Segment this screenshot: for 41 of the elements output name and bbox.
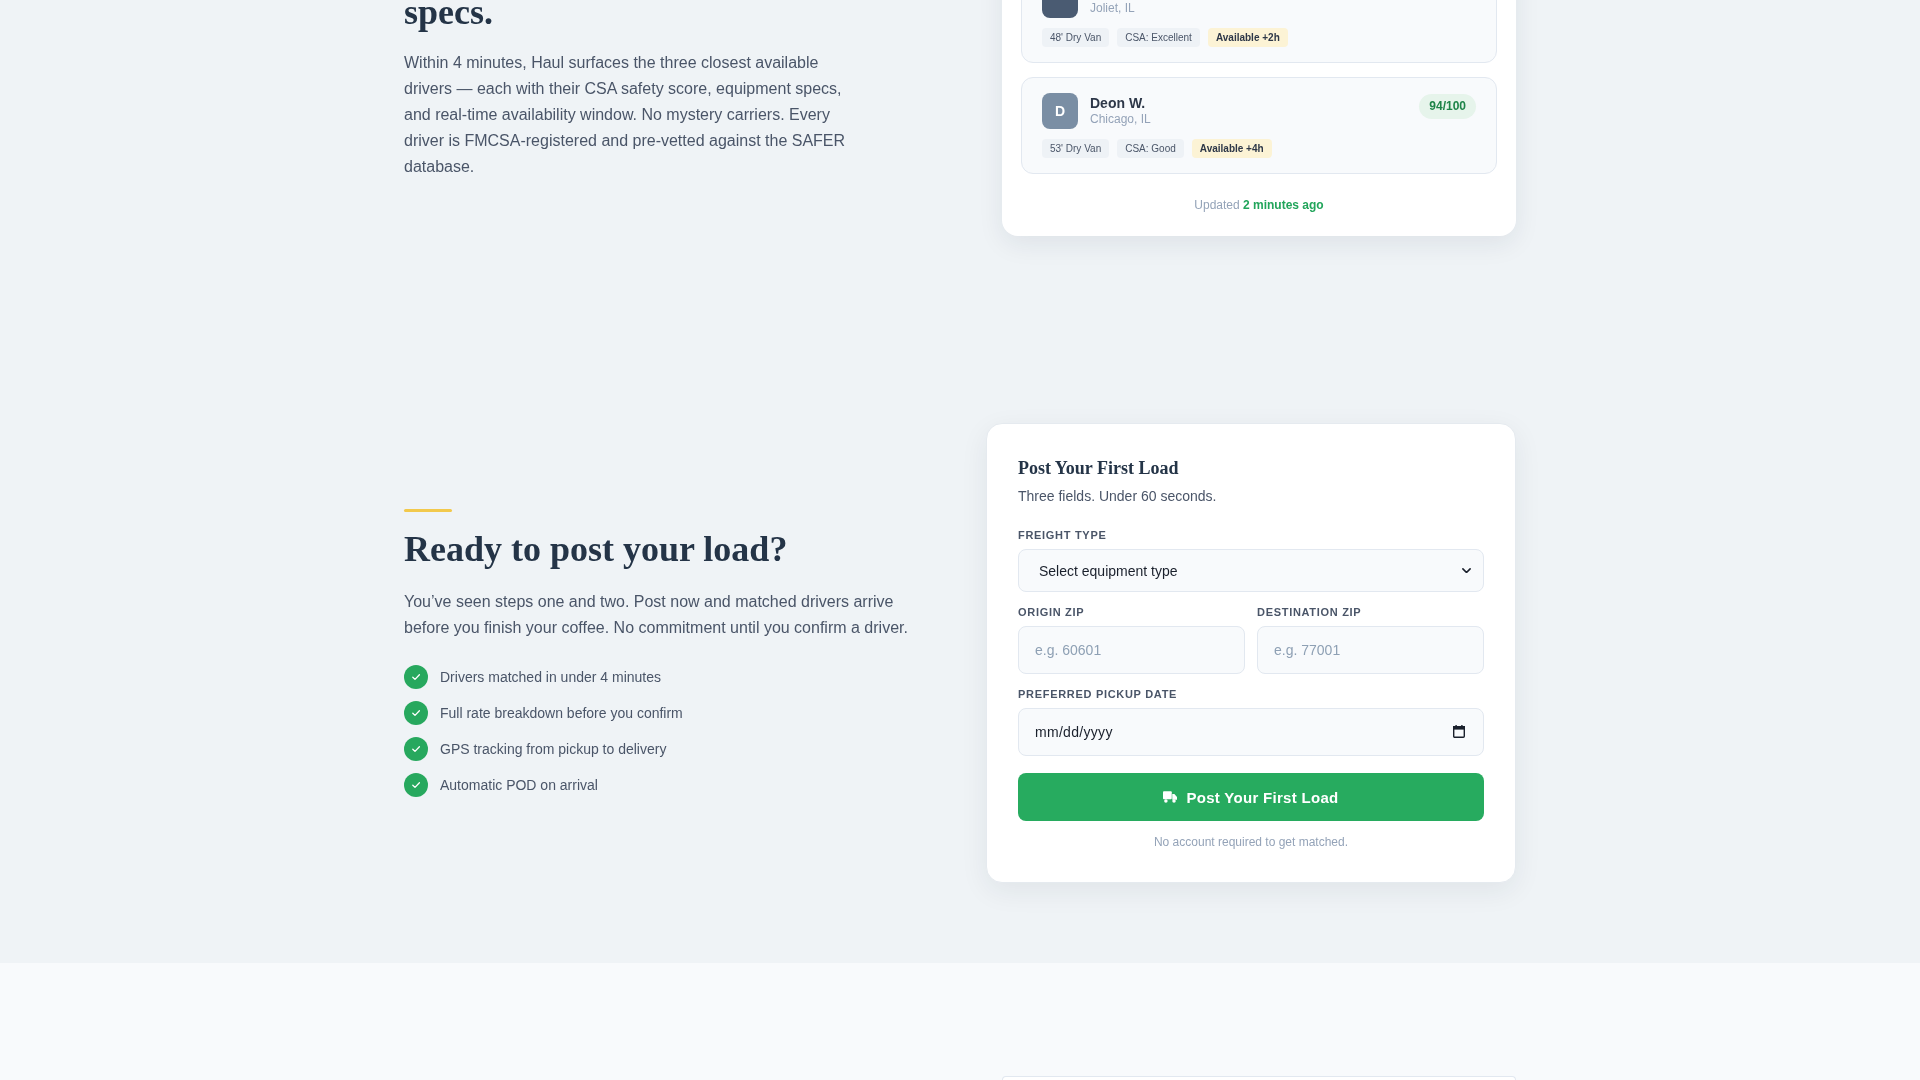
calendar-icon[interactable] xyxy=(1453,725,1465,738)
update-status: Updated 2 minutes ago xyxy=(1193,197,1325,214)
spec-tag: CSA: Excellent xyxy=(1117,28,1200,47)
date-field[interactable]: mm/dd/yyyy xyxy=(1018,708,1484,756)
check-circle-icon xyxy=(404,664,428,689)
select-field[interactable]: Select equipment type xyxy=(1018,549,1484,592)
section-heading: specs. xyxy=(404,0,494,34)
section-heading: Ready to post your load? xyxy=(404,528,789,572)
spec-tag: CSA: Good xyxy=(1117,139,1184,158)
form-note: No account required to get matched. xyxy=(1152,834,1350,851)
field-label: PREFERRED PICKUP DATE xyxy=(1018,687,1179,702)
availability-tag: Available +4h xyxy=(1191,139,1272,158)
field-label: DESTINATION ZIP xyxy=(1257,605,1363,620)
benefit-text: Full rate breakdown before you confirm xyxy=(440,703,683,723)
spec-tag: 48' Dry Van xyxy=(1042,28,1110,47)
benefit-text: Drivers matched in under 4 minutes xyxy=(440,667,661,687)
check-circle-icon xyxy=(404,700,428,725)
check-circle-icon xyxy=(404,736,428,761)
availability-tag: Available +2h xyxy=(1207,28,1288,47)
check-circle-icon xyxy=(404,772,428,797)
chevron-down-icon xyxy=(1462,567,1471,574)
score-badge: 94/100 xyxy=(1419,94,1476,119)
accent-line xyxy=(404,509,452,513)
field-label: ORIGIN ZIP xyxy=(1018,605,1086,620)
text-input[interactable]: e.g. 60601 xyxy=(1018,626,1245,674)
form-title: Post Your First Load xyxy=(1018,457,1180,480)
driver-avatar: D xyxy=(1042,93,1078,129)
driver-location: Joliet, IL xyxy=(1090,1,1136,16)
driver-card[interactable]: D Deon W. Chicago, IL 94/100 53' Dry Van CSA: Good Available +4h xyxy=(1021,77,1497,174)
driver-name: Deon W. xyxy=(1090,95,1147,112)
section-description: You’ve seen steps one and two. Post now and matched drivers arrive before you finish your coffee. No commitment until you confirm a driver. xyxy=(404,591,909,638)
benefit-text: GPS tracking from pickup to delivery xyxy=(440,739,667,759)
form-subtitle: Three fields. Under 60 seconds. xyxy=(1018,487,1218,506)
section-description: Within 4 minutes, Haul surfaces the three closest available drivers — each with their CSA safety score, equipment specs, and real-time availability window. No mystery carriers. Every driver is FMCSA-registered and pre-vetted against the SAFER database. xyxy=(404,53,847,178)
benefit-text: Automatic POD on arrival xyxy=(440,775,598,795)
driver-card[interactable]: Joliet, IL 48' Dry Van CSA: Excellent Available +2h xyxy=(1021,0,1497,63)
driver-location: Chicago, IL xyxy=(1090,112,1152,127)
text-input[interactable]: e.g. 77001 xyxy=(1257,626,1484,674)
spec-tag: 53' Dry Van xyxy=(1042,139,1110,158)
truck-icon xyxy=(1163,791,1178,803)
field-label: FREIGHT TYPE xyxy=(1018,528,1108,543)
